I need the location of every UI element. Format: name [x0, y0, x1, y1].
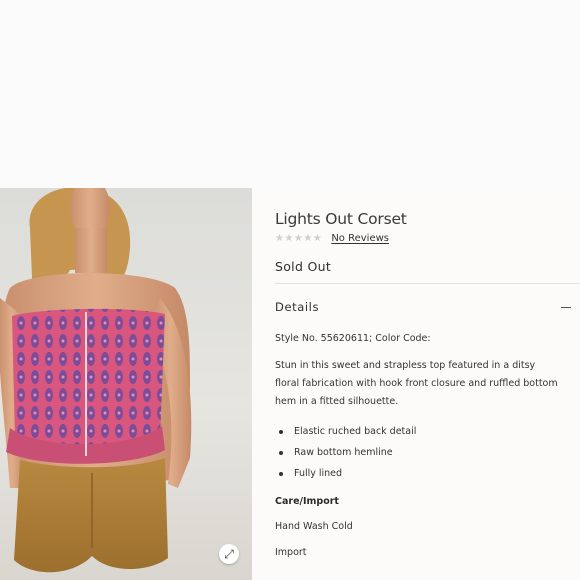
- feature-list: Elastic ruched back detail Raw bottom he…: [275, 421, 416, 484]
- top-blank-area: [0, 0, 580, 188]
- bullet-icon: [279, 429, 283, 434]
- zoom-button[interactable]: ⤢: [219, 544, 239, 564]
- stock-status: Sold Out: [275, 259, 332, 274]
- list-item: Raw bottom hemline: [275, 442, 416, 463]
- list-item: Fully lined: [275, 463, 416, 484]
- list-item: Elastic ruched back detail: [275, 421, 416, 442]
- product-title: Lights Out Corset: [275, 210, 407, 228]
- expand-icon: ⤢: [224, 546, 234, 561]
- minus-icon: [561, 306, 571, 308]
- care-wash: Hand Wash Cold: [275, 521, 353, 532]
- details-accordion-toggle[interactable]: Details: [275, 300, 575, 314]
- star-rating-icon: ★★★★★: [275, 233, 323, 244]
- rating-row: ★★★★★ No Reviews: [275, 233, 389, 244]
- care-import: Import: [275, 547, 307, 558]
- divider: [275, 283, 580, 284]
- feature-text: Elastic ruched back detail: [294, 426, 417, 437]
- details-label: Details: [275, 300, 320, 314]
- product-image[interactable]: ⤢: [0, 188, 252, 580]
- product-details-panel: Lights Out Corset ★★★★★ No Reviews Sold …: [252, 188, 580, 580]
- style-number: Style No. 55620611; Color Code:: [275, 333, 431, 344]
- care-heading: Care/Import: [275, 496, 339, 507]
- reviews-link[interactable]: No Reviews: [331, 233, 389, 244]
- product-photo-illustration: [0, 188, 192, 573]
- bullet-icon: [279, 450, 283, 455]
- bullet-icon: [279, 471, 283, 476]
- feature-text: Raw bottom hemline: [294, 447, 393, 458]
- feature-text: Fully lined: [294, 468, 343, 479]
- product-description: Stun in this sweet and strapless top fea…: [275, 360, 558, 407]
